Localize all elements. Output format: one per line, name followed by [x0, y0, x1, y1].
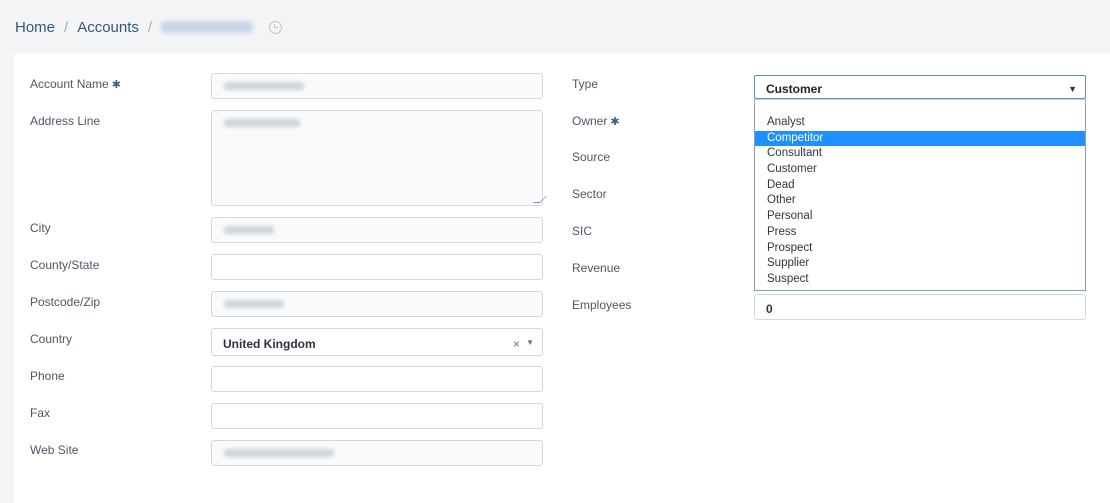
- type-option-consultant[interactable]: Consultant: [755, 146, 1085, 162]
- fax-label: Fax: [30, 406, 51, 420]
- type-option-other[interactable]: Other: [755, 193, 1085, 209]
- country-select[interactable]: United Kingdom × ▼: [211, 328, 543, 356]
- city-input[interactable]: [211, 217, 543, 243]
- phone-input[interactable]: [211, 366, 543, 392]
- blurred-value: [224, 226, 274, 234]
- chevron-down-icon[interactable]: ▼: [526, 338, 534, 347]
- blurred-value: [224, 300, 284, 308]
- breadcrumb-home[interactable]: Home: [15, 19, 55, 36]
- sic-label: SIC: [572, 224, 593, 238]
- address-line-label: Address Line: [30, 114, 101, 128]
- employees-label: Employees: [572, 298, 632, 312]
- employees-value: 0: [766, 302, 773, 316]
- county-state-input[interactable]: [211, 254, 543, 280]
- blurred-value: [224, 449, 334, 457]
- type-option-prospect[interactable]: Prospect: [755, 241, 1085, 257]
- owner-label: Owner ✱: [572, 114, 620, 128]
- type-option-supplier[interactable]: Supplier: [755, 256, 1085, 272]
- type-option-suspect[interactable]: Suspect: [755, 272, 1085, 288]
- type-options-list: Analyst Competitor Consultant Customer Dead O…: [754, 99, 1086, 291]
- type-value: Customer: [766, 82, 823, 96]
- breadcrumb-separator: /: [64, 18, 69, 36]
- type-option-analyst[interactable]: Analyst: [755, 115, 1085, 131]
- type-option-dead[interactable]: Dead: [755, 178, 1085, 194]
- type-label: Type: [572, 77, 599, 91]
- county-state-label: County/State: [30, 258, 100, 272]
- web-site-input[interactable]: [211, 440, 543, 466]
- options-spacer: [755, 100, 1085, 115]
- country-label: Country: [30, 332, 73, 346]
- blurred-value: [224, 82, 304, 90]
- chevron-down-icon[interactable]: ▼: [1068, 84, 1077, 94]
- postcode-zip-label: Postcode/Zip: [30, 295, 101, 309]
- fax-input[interactable]: [211, 403, 543, 429]
- country-value: United Kingdom: [223, 337, 316, 351]
- required-icon: ✱: [111, 79, 121, 91]
- type-select[interactable]: Customer ▼: [754, 75, 1086, 99]
- city-label: City: [30, 221, 51, 235]
- type-option-competitor[interactable]: Competitor: [755, 130, 1085, 147]
- type-option-customer[interactable]: Customer: [755, 162, 1085, 178]
- account-name-label: Account Name ✱: [30, 77, 121, 91]
- type-option-personal[interactable]: Personal: [755, 209, 1085, 225]
- blurred-value: [224, 119, 300, 127]
- address-line-textarea[interactable]: [211, 110, 547, 206]
- web-site-label: Web Site: [30, 443, 79, 457]
- type-option-press[interactable]: Press: [755, 225, 1085, 241]
- required-icon: ✱: [610, 116, 620, 128]
- postcode-zip-input[interactable]: [211, 291, 543, 317]
- breadcrumb: Home / Accounts /: [15, 17, 283, 37]
- source-label: Source: [572, 150, 611, 164]
- breadcrumb-current-record: [161, 21, 254, 33]
- sector-label: Sector: [572, 187, 607, 201]
- history-clock-icon[interactable]: [269, 20, 283, 34]
- employees-input[interactable]: 0: [754, 294, 1086, 320]
- breadcrumb-accounts[interactable]: Accounts: [77, 19, 139, 36]
- clear-icon[interactable]: ×: [513, 337, 520, 351]
- account-name-input[interactable]: [211, 73, 543, 99]
- revenue-label: Revenue: [572, 261, 621, 275]
- phone-label: Phone: [30, 369, 65, 383]
- breadcrumb-separator: /: [147, 18, 153, 36]
